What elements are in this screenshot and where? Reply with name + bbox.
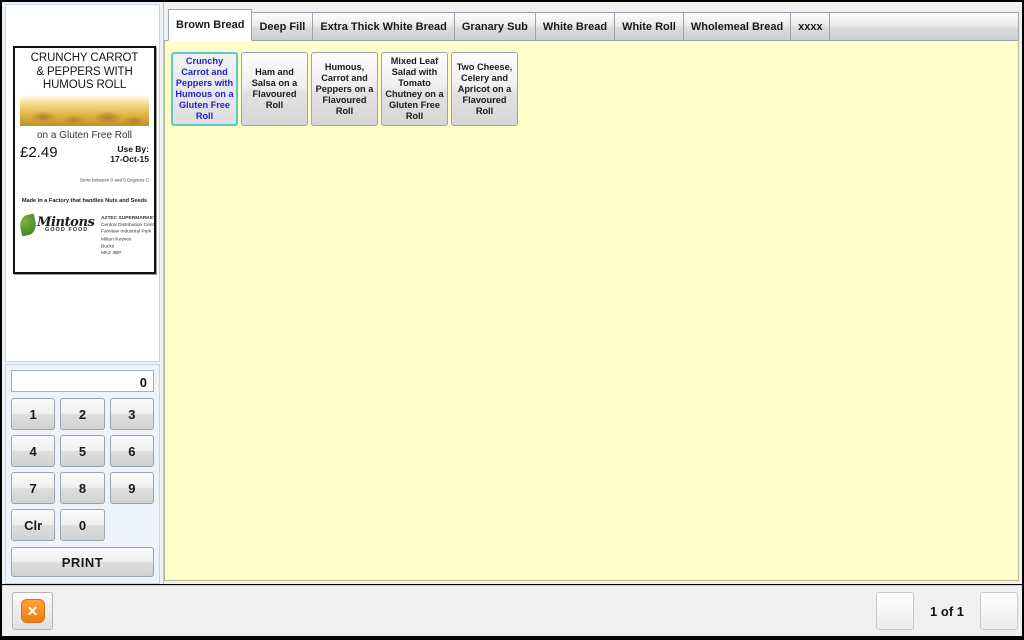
key-6[interactable]: 6 [109, 435, 154, 467]
tab-xxxx[interactable]: xxxx [790, 12, 831, 40]
key-7[interactable]: 7 [11, 472, 56, 504]
key-0[interactable]: 0 [60, 509, 105, 541]
brand-logo: Mintons GOOD FOOD [18, 213, 95, 236]
address-block: AZTEC SUPERMARKETS Central Distribution … [101, 214, 156, 257]
print-button[interactable]: PRINT [11, 547, 154, 577]
tab-white-roll[interactable]: White Roll [614, 12, 684, 40]
application-window: CRUNCHY CARROT & PEPPERS WITH HUMOUS ROL… [0, 0, 1024, 640]
next-page-button[interactable] [980, 592, 1018, 630]
close-button[interactable]: ✕ [12, 592, 53, 630]
key-9[interactable]: 9 [109, 472, 154, 504]
product-button-two-cheese-celery-apricot[interactable]: Two Cheese, Celery and Apricot on a Flav… [451, 52, 518, 126]
address-line-4: Milton Keynes [101, 235, 132, 241]
address-line-2: Central Distribution Centre [101, 221, 156, 227]
label-title-line-2: & PEPPERS WITH [36, 65, 133, 78]
right-side: Brown Bread Deep Fill Extra Thick White … [164, 2, 1022, 584]
label-ticket: CRUNCHY CARROT & PEPPERS WITH HUMOUS ROL… [13, 46, 156, 274]
previous-page-button[interactable] [876, 592, 915, 630]
keypad-panel: 0 1 2 3 4 5 6 7 8 9 Clr 0 PRINT [5, 364, 160, 584]
label-subtitle: on a Gluten Free Roll [36, 129, 133, 141]
label-preview-panel: CRUNCHY CARROT & PEPPERS WITH HUMOUS ROL… [5, 4, 160, 362]
tab-strip: Brown Bread Deep Fill Extra Thick White … [164, 4, 1019, 41]
key-3[interactable]: 3 [109, 398, 154, 430]
label-footer: Mintons GOOD FOOD AZTEC SUPERMARKETS Cen… [18, 213, 154, 255]
label-allergen-warning: Made in a Factory that handles Nuts and … [21, 197, 148, 204]
page-indicator: 1 of 1 [930, 603, 964, 619]
use-by-date: 17-Oct-15 [110, 153, 149, 164]
tab-white-bread[interactable]: White Bread [534, 12, 616, 40]
tab-granary-sub[interactable]: Granary Sub [453, 12, 536, 40]
close-icon: ✕ [20, 599, 45, 623]
key-1[interactable]: 1 [11, 398, 56, 430]
brand-tagline: GOOD FOOD [45, 226, 89, 233]
address-line-6: MK2 3BP [101, 249, 122, 256]
use-by-caption: Use By: [117, 143, 149, 154]
label-price-row: £2.49 Use By: 17-Oct-15 [20, 144, 149, 164]
tab-brown-bread[interactable]: Brown Bread [168, 9, 253, 41]
product-button-ham-and-salsa[interactable]: Ham and Salsa on a Flavoured Roll [241, 52, 308, 126]
product-button-humous-carrot-peppers[interactable]: Humous, Carrot and Peppers on a Flavoure… [311, 52, 378, 126]
product-grid: Crunchy Carrot and Peppers with Humous o… [164, 41, 1019, 581]
bread-photo-image [20, 94, 149, 126]
key-clear[interactable]: Clr [11, 509, 56, 541]
brand-text: Mintons GOOD FOOD [37, 216, 95, 234]
key-8[interactable]: 8 [60, 472, 105, 504]
quantity-display[interactable]: 0 [11, 370, 154, 392]
address-line-3: Fairview Industrial Park [101, 228, 152, 234]
left-panel: CRUNCHY CARROT & PEPPERS WITH HUMOUS ROL… [2, 2, 164, 584]
label-use-by: Use By: 17-Oct-15 [110, 144, 149, 164]
label-title-line-3: HUMOUS ROLL [42, 79, 127, 91]
tab-extra-thick-white-bread[interactable]: Extra Thick White Bread [312, 12, 455, 40]
address-line-5: Bucks [101, 242, 115, 248]
bottom-bar: ✕ 1 of 1 [2, 585, 1022, 636]
tab-wholemeal-bread[interactable]: Wholemeal Bread [682, 12, 792, 40]
key-5[interactable]: 5 [60, 435, 105, 467]
product-button-crunchy-carrot-peppers-humous[interactable]: Crunchy Carrot and Peppers with Humous o… [171, 52, 238, 126]
key-4[interactable]: 4 [11, 435, 56, 467]
tab-deep-fill[interactable]: Deep Fill [251, 12, 314, 40]
product-button-mixed-leaf-salad-tomato-chutney[interactable]: Mixed Leaf Salad with Tomato Chutney on … [381, 52, 448, 126]
label-storage-instruction: Store between 0 and 5 Degrees C [79, 176, 149, 183]
numeric-keypad: 1 2 3 4 5 6 7 8 9 Clr 0 [11, 398, 154, 541]
tab-strip-filler [828, 12, 1019, 40]
label-price: £2.49 [20, 143, 58, 161]
leaf-icon [18, 213, 38, 236]
label-title-line-1: CRUNCHY CARROT [30, 52, 139, 64]
address-line-1: AZTEC SUPERMARKETS [101, 214, 156, 220]
label-title: CRUNCHY CARROT & PEPPERS WITH HUMOUS ROL… [20, 52, 149, 93]
key-2[interactable]: 2 [60, 398, 105, 430]
work-area: CRUNCHY CARROT & PEPPERS WITH HUMOUS ROL… [2, 2, 1022, 584]
